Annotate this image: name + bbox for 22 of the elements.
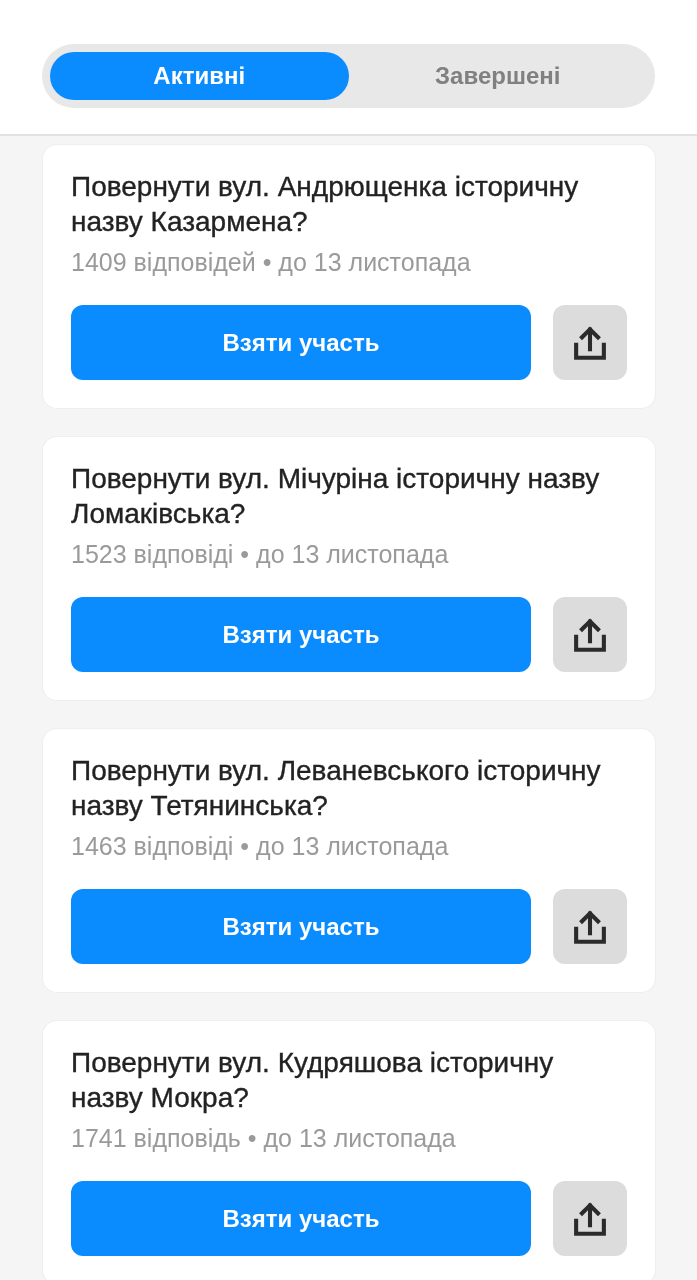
share-icon	[574, 1201, 606, 1236]
share-button[interactable]	[553, 305, 627, 380]
tab[interactable]: Завершені	[348, 52, 647, 100]
share-button[interactable]	[553, 1181, 627, 1256]
join-button[interactable]: Взяти участь	[71, 597, 531, 672]
poll-meta: 1463 відповіді • до 13 листопада	[71, 831, 450, 861]
poll-meta: 1741 відповідь • до 13 листопада	[71, 1123, 457, 1153]
poll-title: Повернути вул. Мічуріна історичну назву Ломаківська?	[71, 462, 601, 531]
poll-title: Повернути вул. Андрющенка історичну назву Казармена?	[71, 170, 580, 239]
poll-title: Повернути вул. Кудряшова історичну назву Мокра?	[71, 1046, 555, 1115]
join-button[interactable]: Взяти участь	[71, 305, 531, 380]
poll-meta: 1523 відповіді • до 13 листопада	[71, 539, 450, 569]
share-button[interactable]	[553, 597, 627, 672]
join-button[interactable]: Взяти участь	[71, 1181, 531, 1256]
share-icon	[574, 909, 606, 944]
poll-meta: 1409 відповідей • до 13 листопада	[71, 247, 472, 277]
share-icon	[574, 617, 606, 652]
share-icon	[574, 325, 606, 360]
share-button[interactable]	[553, 889, 627, 964]
tab[interactable]: Активні	[50, 52, 349, 100]
join-button[interactable]: Взяти участь	[71, 889, 531, 964]
poll-title: Повернути вул. Леваневського історичну назву Тетянинська?	[71, 754, 602, 823]
